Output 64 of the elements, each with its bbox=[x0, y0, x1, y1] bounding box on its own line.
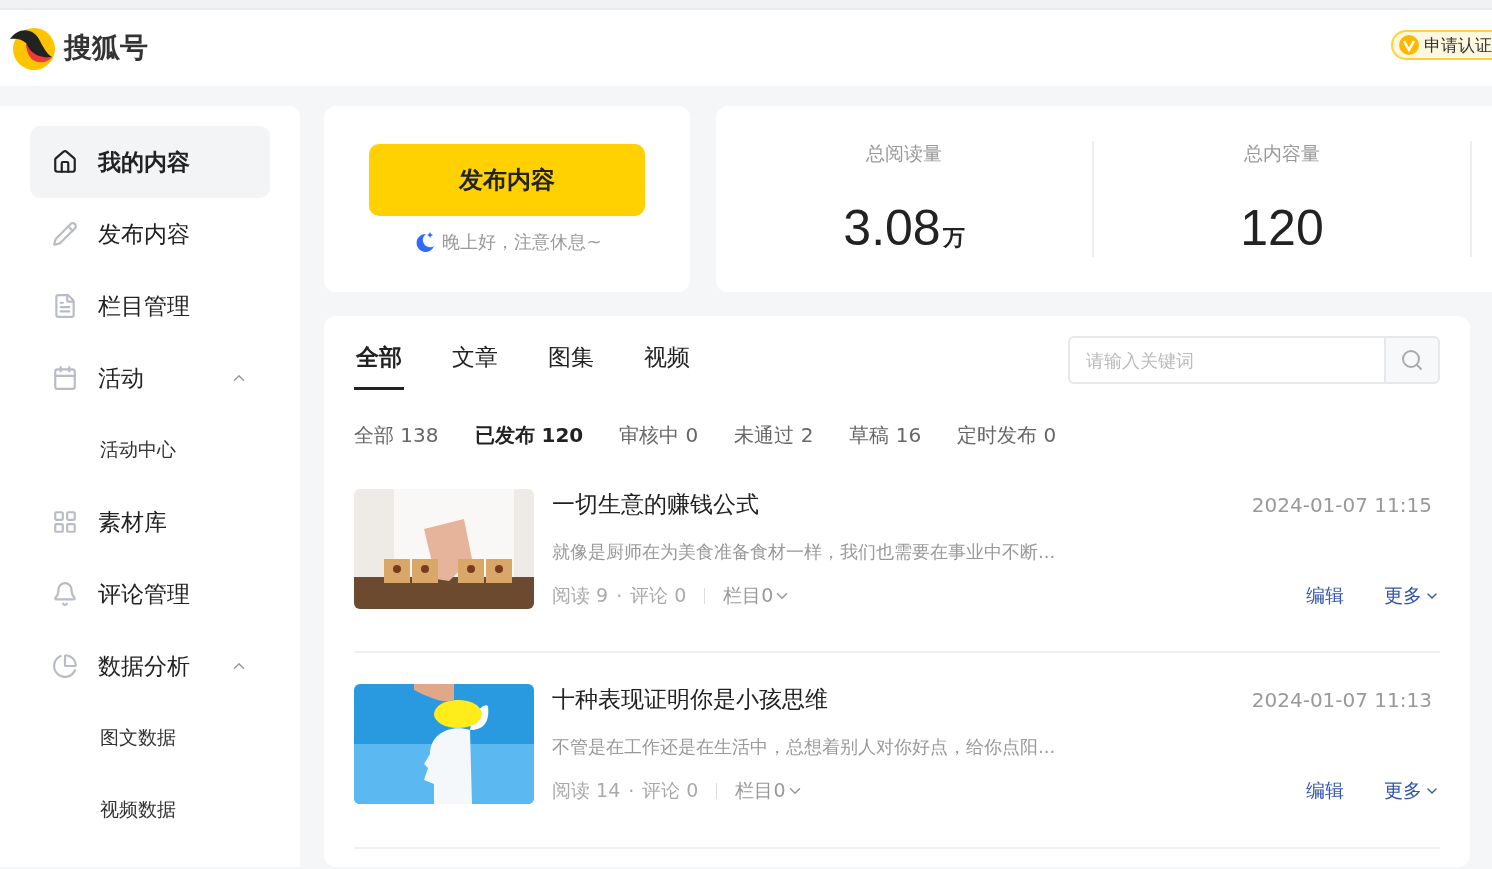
content-tab[interactable]: 全部 bbox=[354, 336, 404, 390]
stat-value: 3.08 bbox=[843, 199, 941, 257]
article-date: 2024-01-07 11:15 bbox=[1251, 492, 1432, 517]
status-filter[interactable]: 草稿 16 bbox=[849, 422, 922, 449]
greeting-text: 晚上好，注意休息~ bbox=[442, 230, 602, 254]
content-tab[interactable]: 文章 bbox=[450, 336, 500, 390]
search-icon bbox=[1400, 348, 1424, 372]
sidebar-subitem[interactable]: 活动中心 bbox=[30, 414, 270, 486]
sidebar-item[interactable]: 我的内容 bbox=[30, 126, 270, 198]
nav-icon bbox=[52, 653, 78, 679]
separator-dot: · bbox=[616, 585, 623, 607]
content-tab[interactable]: 视频 bbox=[642, 336, 692, 390]
nav-icon bbox=[52, 509, 78, 535]
sidebar-item[interactable]: 栏目管理 bbox=[30, 270, 270, 342]
nav-label: 栏目管理 bbox=[98, 291, 191, 321]
nav-label: 我的内容 bbox=[98, 147, 191, 177]
status-filter[interactable]: 审核中 0 bbox=[619, 422, 699, 449]
v-badge-icon bbox=[1398, 34, 1420, 56]
content-tab[interactable]: 图集 bbox=[546, 336, 596, 390]
certify-button[interactable]: 申请认证 bbox=[1391, 30, 1492, 60]
logo-icon bbox=[8, 25, 56, 71]
status-filter[interactable]: 已发布 120 bbox=[474, 422, 584, 449]
sidebar-subitem[interactable]: 视频数据 bbox=[30, 774, 270, 846]
sidebar-item[interactable]: 数据分析 bbox=[30, 630, 270, 702]
read-count: 阅读 14 bbox=[552, 778, 621, 803]
brand-name: 搜狐号 bbox=[64, 30, 148, 66]
sidebar-item[interactable]: 活动 bbox=[30, 342, 270, 414]
publish-button[interactable]: 发布内容 bbox=[369, 144, 645, 216]
nav-icon bbox=[52, 365, 78, 391]
more-link[interactable]: 更多 bbox=[1384, 778, 1440, 804]
nav-icon bbox=[52, 581, 78, 607]
stat-label: 总阅读量 bbox=[866, 141, 942, 166]
nav-label: 素材库 bbox=[98, 507, 168, 537]
stat-value: 120 bbox=[1240, 199, 1324, 257]
stat-unit: 万 bbox=[942, 224, 965, 252]
nav-label: 数据分析 bbox=[98, 651, 191, 681]
sidebar-item[interactable]: 素材库 bbox=[30, 486, 270, 558]
sidebar-item[interactable]: 评论管理 bbox=[30, 558, 270, 630]
article-date: 2024-01-07 11:13 bbox=[1251, 687, 1432, 712]
edit-link[interactable]: 编辑 bbox=[1306, 583, 1344, 609]
nav-label: 发布内容 bbox=[98, 219, 191, 249]
nav-icon bbox=[52, 293, 78, 319]
comment-count: 评论 0 bbox=[630, 583, 687, 608]
status-filter[interactable]: 全部 138 bbox=[354, 422, 439, 449]
nav-label: 活动 bbox=[98, 363, 145, 393]
status-filter[interactable]: 定时发布 0 bbox=[957, 422, 1057, 449]
article-summary: 就像是厨师在为美食准备食材一样，我们也需要在事业中不断... bbox=[552, 539, 1057, 564]
article-title[interactable]: 十种表现证明你是小孩思维 bbox=[552, 684, 828, 715]
separator-dot: · bbox=[628, 780, 635, 802]
stat-label: 总内容量 bbox=[1244, 141, 1320, 166]
nav-icon bbox=[52, 149, 78, 175]
sidebar-subitem[interactable]: 图文数据 bbox=[30, 702, 270, 774]
article-title[interactable]: 一切生意的赚钱公式 bbox=[552, 489, 759, 520]
nav-label: 评论管理 bbox=[98, 579, 191, 609]
article-summary: 不管是在工作还是在生活中，总想着别人对你好点，给你点阳... bbox=[552, 734, 1057, 759]
search-field[interactable]: 请输入关键词 bbox=[1068, 336, 1384, 384]
status-filter[interactable]: 未通过 2 bbox=[734, 422, 814, 449]
sidebar-item[interactable]: 发布内容 bbox=[30, 198, 270, 270]
search-button[interactable] bbox=[1384, 336, 1440, 384]
edit-link[interactable]: 编辑 bbox=[1306, 778, 1344, 804]
nav-icon bbox=[52, 221, 78, 247]
more-link[interactable]: 更多 bbox=[1384, 583, 1440, 609]
read-count: 阅读 9 bbox=[552, 583, 609, 608]
comment-count: 评论 0 bbox=[642, 778, 699, 803]
